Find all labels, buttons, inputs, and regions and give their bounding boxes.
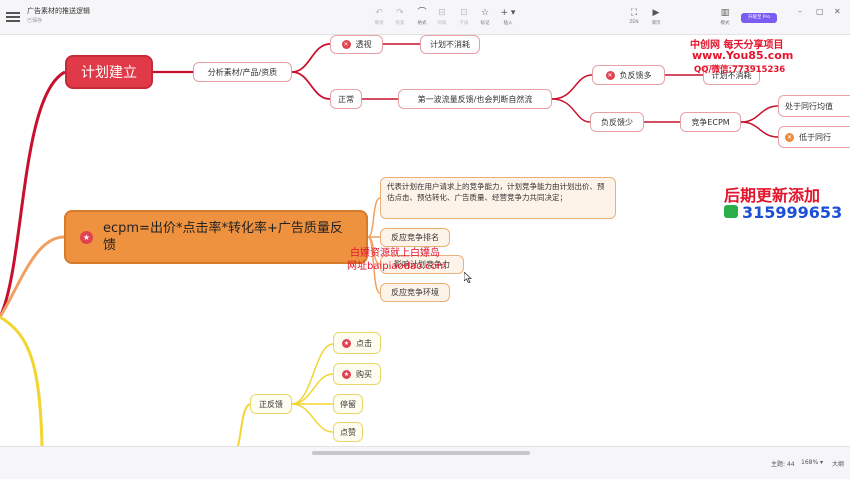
node-ecpm-formula[interactable]: ★ ecpm=出价*点击率*转化率+广告质量反馈 [64, 210, 368, 264]
layout-button[interactable]: ▥ 模式 [714, 8, 736, 26]
status-bar: 主题: 44 168% ▾ 大纲 [0, 446, 850, 479]
plus-icon: + ▾ [500, 8, 516, 18]
node-neg-more[interactable]: ✕ 负反馈多 [592, 65, 665, 85]
node-below-peer[interactable]: ✕ 低于同行 [778, 126, 850, 148]
sibling-icon: ⊟ [438, 8, 446, 18]
watermark-baipiao-line2: 网址baipiaodao.com [347, 261, 447, 272]
connector-ecpm-peeravg [740, 105, 779, 123]
watermark-site-line2: www.You85.com [692, 49, 794, 62]
node-analyze[interactable]: 分析素材/产品/资质 [193, 62, 292, 82]
node-first-traffic[interactable]: 第一波流量反馈/也会判断自然流 [398, 89, 552, 109]
mindmap-canvas[interactable]: 计划建立 分析素材/产品/资质 ✕ 透视 计划不消耗 正常 第一波流量反馈/也会判… [0, 35, 850, 446]
undo-button[interactable]: ↶ 撤销 [368, 8, 390, 26]
redo-icon: ↷ [396, 8, 404, 18]
node-ecpm-desc[interactable]: 代表计划在用户请求上的竞争能力，计划竞争能力由计划出价、预估点击、预估转化、广告… [380, 177, 616, 219]
node-click[interactable]: ★ 点击 [333, 332, 381, 354]
format-brush-icon: ⌒ [417, 8, 427, 18]
connector-root-plan [0, 70, 66, 318]
node-buy[interactable]: ★ 购买 [333, 363, 381, 385]
maximize-icon[interactable]: ▢ [816, 7, 824, 16]
outline-toggle[interactable]: 大纲 [832, 459, 844, 468]
stop-icon: ✕ [605, 70, 615, 80]
connector-pos-buy [291, 373, 334, 405]
zen-button[interactable]: ⛶ ZEN [623, 8, 645, 25]
layout-icon: ▥ [720, 8, 730, 18]
connector-analyze-normal [291, 71, 331, 100]
star-badge-icon: ★ [80, 230, 93, 244]
node-neg-less[interactable]: 负反馈少 [590, 112, 644, 132]
present-button[interactable]: ▶ 演示 [645, 8, 667, 26]
node-pos-feedback[interactable]: 正反馈 [250, 394, 292, 414]
watermark-site-line3: QQ/微信:773915236 [694, 65, 786, 75]
insert-button[interactable]: + ▾ 插入 [497, 8, 519, 26]
child-button[interactable]: ⊡ 子级 [453, 8, 475, 26]
fullscreen-icon: ⛶ [630, 8, 638, 18]
connector-root-ecpm [0, 235, 65, 318]
top-toolbar: 广告素材的推送逻辑 已保存 ↶ 撤销 ↷ 恢复 ⌒ 格式 ⊟ 同级 ⊡ 子级 ☆ 标记 + … [0, 0, 850, 35]
connector-yellow-pos [237, 403, 251, 446]
node-not-consume-1[interactable]: 计划不消耗 [420, 35, 480, 54]
sibling-button[interactable]: ⊟ 同级 [431, 8, 453, 26]
connector-traffic-negless [551, 98, 591, 123]
connector-pos-like [291, 403, 334, 433]
save-status: 已保存 [27, 18, 43, 24]
connector-ecpm-desc [367, 197, 381, 238]
mouse-cursor-icon [464, 272, 472, 283]
play-icon: ▶ [652, 8, 660, 18]
stop-icon: ✕ [785, 132, 794, 142]
watermark-wechat: 315999653 [742, 203, 843, 222]
star-badge-icon: ★ [342, 338, 351, 348]
minimize-icon[interactable]: – [798, 7, 802, 16]
connector-traffic-negmore [551, 74, 593, 100]
connector-pos-click [291, 343, 334, 405]
close-icon[interactable]: ✕ [834, 7, 841, 16]
wechat-icon [724, 205, 738, 218]
mark-button[interactable]: ☆ 标记 [474, 8, 496, 26]
undo-icon: ↶ [375, 8, 383, 18]
zoom-dropdown-icon[interactable]: ▾ [820, 459, 823, 466]
node-like[interactable]: 点赞 [333, 422, 363, 442]
topic-count: 主题: 44 [771, 461, 795, 468]
document-title: 广告素材的推送逻辑 [27, 7, 90, 15]
node-normal[interactable]: 正常 [330, 89, 362, 109]
node-stay[interactable]: 停留 [333, 394, 363, 414]
connector-ecpm-below [740, 121, 779, 138]
node-compete-ecpm[interactable]: 竞争ECPM [680, 112, 741, 132]
star-badge-icon: ★ [342, 369, 351, 379]
horizontal-scrollbar[interactable] [312, 451, 530, 455]
star-icon: ☆ [480, 8, 490, 18]
upgrade-pro-button[interactable]: 升级至 Pro [741, 13, 777, 23]
node-peer-avg[interactable]: 处于同行均值 [778, 95, 850, 117]
connector-analyze-abnormal [291, 43, 331, 73]
zoom-level[interactable]: 168% [801, 459, 818, 466]
child-icon: ⊡ [460, 8, 468, 18]
node-env[interactable]: 反应竞争环境 [380, 283, 450, 302]
stop-icon: ✕ [341, 40, 351, 49]
node-plan[interactable]: 计划建立 [65, 55, 153, 89]
connector-root-yellow [0, 315, 44, 446]
hamburger-menu-icon[interactable] [6, 10, 20, 24]
node-abnormal[interactable]: ✕ 透视 [330, 35, 383, 54]
redo-button[interactable]: ↷ 恢复 [389, 8, 411, 26]
format-button[interactable]: ⌒ 格式 [411, 8, 433, 26]
